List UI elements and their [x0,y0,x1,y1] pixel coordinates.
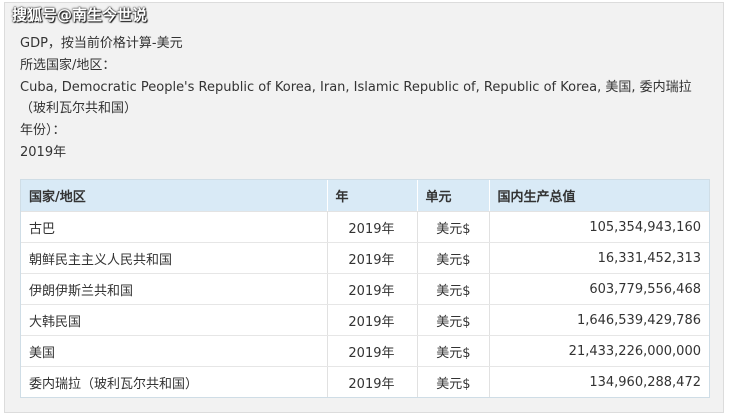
table-row: 美国 2019年 美元$ 21,433,226,000,000 [21,335,709,367]
cell-country: 古巴 [21,211,328,243]
header-gdp[interactable]: 国内生产总值 [489,180,709,212]
cell-gdp: 603,779,556,468 [489,273,709,305]
cell-unit: 美元$ [417,335,490,367]
cell-gdp: 21,433,226,000,000 [489,335,709,367]
cell-year: 2019年 [327,335,418,367]
cell-gdp: 1,646,539,429,786 [489,304,709,336]
table-row: 大韩民国 2019年 美元$ 1,646,539,429,786 [21,304,709,336]
selected-countries: Cuba, Democratic People's Republic of Ko… [20,80,692,95]
table-row: 委内瑞拉（玻利瓦尔共和国） 2019年 美元$ 134,960,288,472 [21,366,709,397]
cell-year: 2019年 [327,366,418,397]
cell-year: 2019年 [327,211,418,243]
cell-unit: 美元$ [417,242,490,274]
table-header-row: 国家/地区 年 单元 国内生产总值 [21,180,709,212]
cell-gdp: 105,354,943,160 [489,211,709,243]
header-unit[interactable]: 单元 [417,180,490,212]
table-row: 古巴 2019年 美元$ 105,354,943,160 [21,211,709,243]
header-country[interactable]: 国家/地区 [21,180,328,212]
cell-country: 大韩民国 [21,304,328,336]
cell-unit: 美元$ [417,211,490,243]
year-selection-label: 年份）： [20,123,66,138]
cell-unit: 美元$ [417,366,490,397]
cell-country: 美国 [21,335,328,367]
header-year[interactable]: 年 [327,180,418,212]
country-selection-label: 所选国家/地区： [20,58,116,73]
table-row: 朝鲜民主主义人民共和国 2019年 美元$ 16,331,452,313 [21,242,709,274]
cell-year: 2019年 [327,242,418,274]
watermark: 搜狐号@南生今世说 [12,6,148,24]
cell-country: 伊朗伊斯兰共和国 [21,273,328,305]
cell-country: 朝鲜民主主义人民共和国 [21,242,328,274]
cell-unit: 美元$ [417,273,490,305]
selected-countries-continued: （玻利瓦尔共和国） [20,101,138,116]
cell-year: 2019年 [327,273,418,305]
indicator-label: GDP，按当前价格计算-美元 [20,36,183,51]
gdp-table: 国家/地区 年 单元 国内生产总值 古巴 2019年 美元$ 105,354,9… [20,179,710,398]
table-row: 伊朗伊斯兰共和国 2019年 美元$ 603,779,556,468 [21,273,709,305]
cell-gdp: 16,331,452,313 [489,242,709,274]
cell-year: 2019年 [327,304,418,336]
cell-country: 委内瑞拉（玻利瓦尔共和国） [21,366,328,397]
cell-gdp: 134,960,288,472 [589,374,701,390]
cell-unit: 美元$ [417,304,490,336]
selected-year: 2019年 [20,145,67,160]
